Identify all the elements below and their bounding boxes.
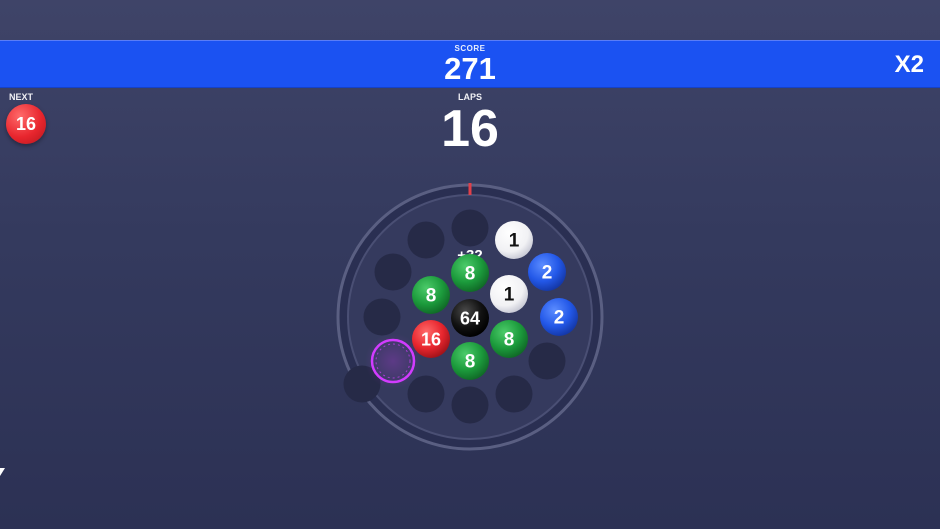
ball-label: 2 bbox=[542, 263, 553, 284]
empty-slot bbox=[407, 375, 445, 413]
ball-label: 8 bbox=[426, 286, 437, 307]
ball-label: 2 bbox=[554, 308, 565, 329]
ball-green: 8 bbox=[490, 320, 528, 358]
ball-label: 1 bbox=[509, 231, 520, 252]
game-board[interactable]: +32 128816421688 bbox=[0, 0, 940, 529]
ball-label: 8 bbox=[465, 264, 476, 285]
ball-green: 8 bbox=[451, 254, 489, 292]
empty-slot bbox=[363, 298, 401, 336]
empty-slot bbox=[374, 253, 412, 291]
ball-label: 8 bbox=[504, 330, 515, 351]
ball-label: 64 bbox=[460, 309, 480, 329]
ball-green: 8 bbox=[412, 276, 450, 314]
ball-white: 1 bbox=[495, 221, 533, 259]
mouse-cursor bbox=[0, 468, 5, 476]
ball-label: 16 bbox=[421, 330, 441, 350]
lap-marker bbox=[468, 183, 472, 195]
ball-white: 1 bbox=[490, 275, 528, 313]
empty-slot bbox=[451, 209, 489, 247]
ball-label: 8 bbox=[465, 352, 476, 373]
ball-blue: 2 bbox=[528, 253, 566, 291]
empty-slot bbox=[451, 386, 489, 424]
empty-slot bbox=[528, 342, 566, 380]
ball-label: 1 bbox=[504, 285, 515, 306]
ball-black: 64 bbox=[451, 299, 489, 337]
empty-slot bbox=[495, 375, 533, 413]
empty-slot bbox=[407, 221, 445, 259]
launcher-glow bbox=[365, 333, 421, 389]
ball-blue: 2 bbox=[540, 298, 578, 336]
ball-green: 8 bbox=[451, 342, 489, 380]
